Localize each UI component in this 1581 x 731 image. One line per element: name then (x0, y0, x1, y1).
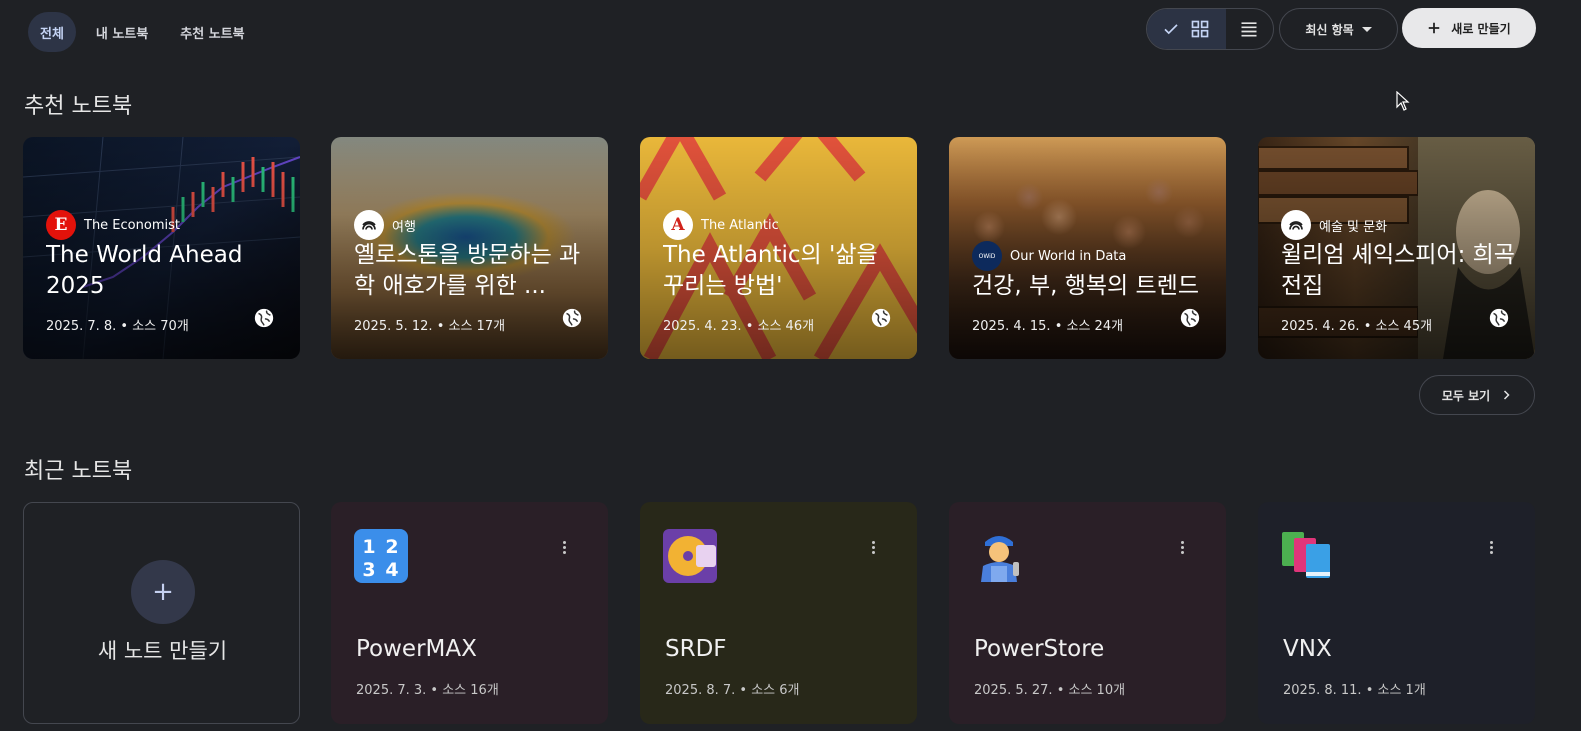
globe-icon (254, 308, 274, 328)
svg-text:2: 2 (385, 536, 398, 558)
card-source: A The Atlantic (663, 210, 779, 240)
recent-notebooks-row: + 새 노트 만들기 1 2 3 4 PowerMAX 2025. 7. 3. … (23, 502, 1535, 731)
notebook-meta: 2025. 8. 11. • 소스 1개 (1283, 683, 1426, 698)
notebook-title: SRDF (665, 636, 727, 662)
notebook-card-powerstore[interactable]: PowerStore 2025. 5. 27. • 소스 10개 (949, 502, 1226, 724)
chevron-down-icon (1361, 26, 1372, 32)
globe-icon (1180, 308, 1200, 328)
card-title: The World Ahead 2025 (46, 242, 243, 299)
notebook-card-vnx[interactable]: VNX 2025. 8. 11. • 소스 1개 (1258, 502, 1535, 724)
economist-logo-icon: E (46, 210, 76, 240)
new-note-label: 새 노트 만들기 (97, 639, 228, 663)
notebook-meta: 2025. 5. 27. • 소스 10개 (974, 683, 1126, 698)
tab-all[interactable]: 전체 (28, 12, 76, 52)
chevron-right-icon (1504, 390, 1510, 400)
notebook-meta: 2025. 7. 3. • 소스 16개 (356, 683, 499, 698)
card-source: 예술 및 문화 (1281, 210, 1387, 240)
books-icon (1282, 532, 1330, 578)
featured-card-yellowstone[interactable]: 여행 옐로스톤을 방문하는 과학 애호가를 위한 ... 2025. 5. 12… (331, 137, 608, 359)
svg-text:4: 4 (385, 559, 398, 581)
card-title: 윌리엄 셰익스피어: 희곡 전집 (1281, 242, 1515, 299)
sort-dropdown[interactable]: 최신 항목 (1279, 8, 1398, 50)
minidisc-icon (663, 529, 717, 583)
grid-view-button[interactable] (1147, 9, 1226, 49)
globe-icon (871, 308, 891, 328)
card-title: 옐로스톤을 방문하는 과학 애호가를 위한 ... (354, 242, 581, 299)
filter-tabs: 전체 내 노트북 추천 노트북 (28, 12, 257, 52)
featured-notebooks-row: E The Economist The World Ahead 2025 202… (23, 137, 1535, 359)
svg-text:1: 1 (362, 536, 375, 558)
podcast-logo-icon (354, 210, 384, 240)
list-view-button[interactable] (1226, 9, 1273, 49)
card-source: OWiD Our World in Data (972, 241, 1126, 271)
featured-card-economist[interactable]: E The Economist The World Ahead 2025 202… (23, 137, 300, 359)
globe-icon (1489, 308, 1509, 328)
view-toggle (1146, 8, 1274, 50)
plus-icon: + (131, 560, 195, 624)
tab-featured-notebooks[interactable]: 추천 노트북 (168, 12, 256, 52)
notebook-card-powermax[interactable]: 1 2 3 4 PowerMAX 2025. 7. 3. • 소스 16개 (331, 502, 608, 724)
notebook-title: PowerStore (974, 636, 1105, 662)
svg-text:3: 3 (362, 559, 375, 581)
more-options-icon[interactable] (1483, 536, 1499, 558)
card-source: E The Economist (46, 210, 180, 240)
more-options-icon[interactable] (1174, 536, 1190, 558)
notebook-title: VNX (1283, 636, 1332, 662)
recent-section-title: 최근 노트북 (24, 459, 133, 484)
plus-icon (1429, 22, 1440, 34)
mouse-cursor-icon (1396, 91, 1410, 111)
notebook-meta: 2025. 8. 7. • 소스 6개 (665, 683, 800, 698)
card-meta: 2025. 4. 23. • 소스 46개 (663, 319, 815, 334)
notebook-card-srdf[interactable]: SRDF 2025. 8. 7. • 소스 6개 (640, 502, 917, 724)
tab-my-notebooks[interactable]: 내 노트북 (84, 12, 160, 52)
notebook-title: PowerMAX (356, 636, 477, 662)
featured-card-shakespeare[interactable]: 예술 및 문화 윌리엄 셰익스피어: 희곡 전집 2025. 4. 26. • … (1258, 137, 1535, 359)
globe-icon (562, 308, 582, 328)
card-meta: 2025. 5. 12. • 소스 17개 (354, 319, 506, 334)
card-title: The Atlantic의 '삶을 꾸리는 방법' (663, 242, 878, 299)
new-note-card[interactable]: + 새 노트 만들기 (23, 502, 300, 724)
arts-culture-logo-icon (1281, 210, 1311, 240)
more-options-icon[interactable] (556, 536, 572, 558)
create-new-label: 새로 만들기 (1451, 21, 1511, 36)
more-options-icon[interactable] (865, 536, 881, 558)
featured-card-owid[interactable]: OWiD Our World in Data 건강, 부, 행복의 트렌드 20… (949, 137, 1226, 359)
grid-icon (1192, 20, 1209, 38)
create-new-button[interactable]: 새로 만들기 (1402, 8, 1536, 48)
featured-section-title: 추천 노트북 (24, 94, 133, 119)
top-bar: 전체 내 노트북 추천 노트북 최신 항목 새로 만들기 (0, 0, 1581, 64)
sort-label: 최신 항목 (1305, 22, 1354, 37)
card-meta: 2025. 4. 15. • 소스 24개 (972, 319, 1124, 334)
card-title: 건강, 부, 행복의 트렌드 (972, 273, 1199, 299)
check-icon (1164, 24, 1178, 35)
numbers-1234-icon: 1 2 3 4 (354, 529, 408, 583)
atlantic-logo-icon: A (663, 210, 693, 240)
owid-logo-icon: OWiD (972, 241, 1002, 271)
card-meta: 2025. 7. 8. • 소스 70개 (46, 319, 189, 334)
list-icon (1241, 22, 1257, 37)
card-meta: 2025. 4. 26. • 소스 45개 (1281, 319, 1433, 334)
see-all-button[interactable]: 모두 보기 (1419, 375, 1535, 415)
mechanic-icon (981, 536, 1019, 582)
card-source: 여행 (354, 210, 416, 240)
featured-card-atlantic[interactable]: A The Atlantic The Atlantic의 '삶을 꾸리는 방법'… (640, 137, 917, 359)
see-all-label: 모두 보기 (1441, 388, 1491, 403)
